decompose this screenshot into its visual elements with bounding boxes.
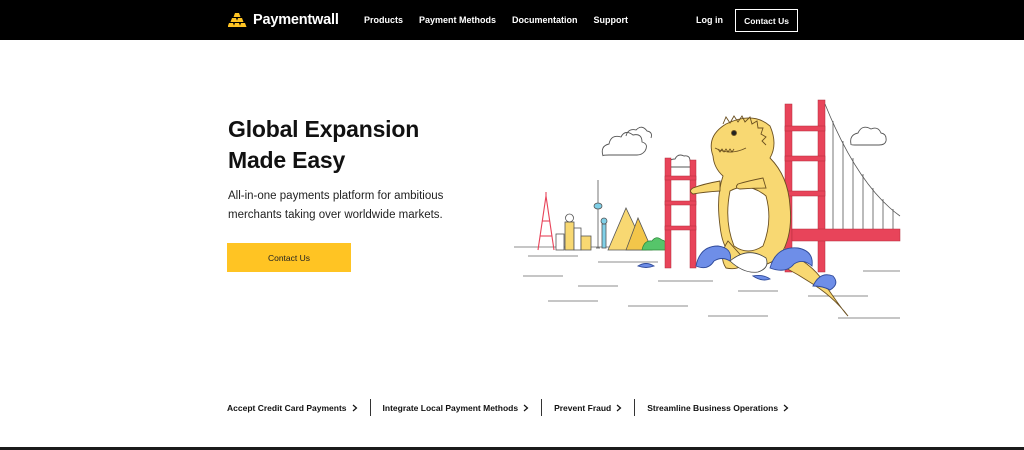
feature-link-local-payments[interactable]: Integrate Local Payment Methods — [383, 399, 530, 416]
hero-subtitle-line-1: All-in-one payments platform for ambitio… — [228, 190, 444, 202]
cloud-icon — [667, 154, 695, 168]
login-link[interactable]: Log in — [696, 15, 723, 25]
bridge-tower-right — [784, 99, 826, 273]
feature-link-label: Accept Credit Card Payments — [227, 402, 347, 413]
chevron-right-icon — [352, 404, 357, 411]
feature-link-label: Prevent Fraud — [554, 402, 612, 413]
cloud-icon — [850, 126, 887, 146]
nav-contact-button[interactable]: Contact Us — [735, 9, 798, 32]
nav-support[interactable]: Support — [594, 15, 629, 25]
hero-title-line-1: Global Expansion — [228, 116, 420, 142]
eiffel-tower — [537, 192, 555, 251]
brand-name: Paymentwall — [253, 12, 339, 28]
cn-tower — [593, 180, 603, 249]
feature-divider — [541, 399, 543, 416]
hero-illustration — [514, 99, 901, 319]
feature-link-credit-card[interactable]: Accept Credit Card Payments — [227, 399, 358, 416]
hero-subtitle: All-in-one payments platform for ambitio… — [228, 187, 488, 225]
feature-link-business-operations[interactable]: Streamline Business Operations — [647, 399, 789, 416]
bridge-cables — [824, 103, 901, 231]
hero-subtitle-line-2: merchants taking over worldwide markets. — [228, 209, 443, 221]
shanghai-tower — [600, 217, 608, 249]
hero-contact-button[interactable]: Contact Us — [227, 243, 351, 272]
brand-logo[interactable]: Paymentwall — [228, 11, 339, 29]
hero-title-line-2: Made Easy — [228, 147, 346, 173]
main-nav: Products Payment Methods Documentation S… — [364, 0, 644, 40]
nav-products[interactable]: Products — [364, 15, 403, 25]
chevron-right-icon — [783, 404, 789, 411]
city-skyline — [555, 213, 592, 251]
nav-payment-methods[interactable]: Payment Methods — [419, 15, 496, 25]
feature-link-label: Streamline Business Operations — [647, 402, 779, 413]
gold-bars-icon — [228, 13, 247, 27]
bridge-tower-left — [664, 157, 697, 269]
feature-links: Accept Credit Card Payments Integrate Lo… — [227, 399, 789, 416]
top-navbar: Paymentwall Products Payment Methods Doc… — [0, 0, 1024, 40]
nav-documentation[interactable]: Documentation — [512, 15, 578, 25]
feature-divider — [369, 399, 371, 416]
cloud-icon — [601, 126, 652, 157]
feature-link-label: Integrate Local Payment Methods — [382, 402, 519, 413]
hero-title: Global Expansion Made Easy — [228, 114, 488, 176]
feature-link-prevent-fraud[interactable]: Prevent Fraud — [554, 399, 622, 416]
feature-divider — [634, 399, 636, 416]
chevron-right-icon — [616, 404, 622, 411]
bridge-deck — [791, 228, 901, 242]
chevron-right-icon — [523, 404, 529, 411]
